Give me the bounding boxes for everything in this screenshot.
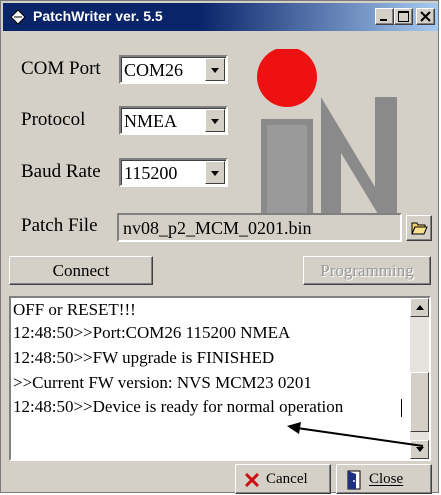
- programming-button[interactable]: Programming: [303, 256, 431, 285]
- title-bar[interactable]: PatchWriter ver. 5.5: [3, 3, 438, 31]
- com-port-label: COM Port: [21, 58, 101, 79]
- cancel-button[interactable]: Cancel: [235, 464, 331, 494]
- company-logo: [257, 49, 397, 219]
- maximize-button[interactable]: [394, 8, 413, 25]
- log-line: 12:48:50>>FW upgrade is FINISHED: [13, 348, 275, 367]
- protocol-label: Protocol: [21, 109, 86, 130]
- patch-file-field[interactable]: nv08_p2_MCM_0201.bin: [117, 213, 402, 242]
- baud-rate-select[interactable]: 115200: [119, 158, 228, 187]
- browse-button[interactable]: [406, 215, 432, 241]
- baud-rate-label: Baud Rate: [21, 161, 101, 182]
- chevron-down-icon[interactable]: [205, 109, 225, 132]
- log-line: >>Current FW version: NVS MCM23 0201: [13, 373, 312, 392]
- patch-file-label: Patch File: [21, 215, 98, 236]
- baud-rate-value: 115200: [124, 163, 178, 183]
- logo-dot: [257, 49, 317, 107]
- close-icon: [420, 11, 431, 22]
- close-label: Close: [369, 471, 404, 487]
- com-port-value: COM26: [124, 60, 184, 80]
- patch-file-value: nv08_p2_MCM_0201.bin: [123, 218, 312, 238]
- log-line: 12:48:50>>Device is ready for normal ope…: [13, 397, 344, 416]
- com-port-select[interactable]: COM26: [119, 55, 228, 84]
- close-window-button[interactable]: [416, 8, 435, 25]
- window-title: PatchWriter ver. 5.5: [33, 8, 163, 24]
- scroll-up-button[interactable]: [410, 298, 429, 317]
- cancel-label: Cancel: [266, 471, 308, 487]
- folder-open-icon: [411, 222, 428, 235]
- chevron-down-icon[interactable]: [205, 161, 225, 184]
- log-line: OFF or RESET!!!: [13, 300, 136, 319]
- chevron-up-icon: [416, 305, 424, 310]
- minimize-icon: [380, 19, 387, 21]
- minimize-button[interactable]: [375, 8, 394, 25]
- protocol-select[interactable]: NMEA: [119, 106, 228, 135]
- cross-icon: [244, 472, 260, 488]
- protocol-value: NMEA: [124, 111, 177, 131]
- log-line: 12:48:50>>Port:COM26 115200 NMEA: [13, 323, 291, 342]
- door-icon: [347, 470, 361, 490]
- annotation-arrow: [287, 422, 424, 447]
- maximize-icon: [398, 11, 409, 22]
- text-cursor: [401, 399, 402, 417]
- logo-n: [321, 97, 397, 219]
- patchwriter-window: PatchWriter ver. 5.5 COM Port COM26 Prot…: [0, 0, 439, 494]
- close-button[interactable]: Close: [336, 464, 432, 494]
- app-icon: [10, 9, 26, 25]
- chevron-down-icon[interactable]: [205, 58, 225, 81]
- connect-button[interactable]: Connect: [9, 256, 153, 285]
